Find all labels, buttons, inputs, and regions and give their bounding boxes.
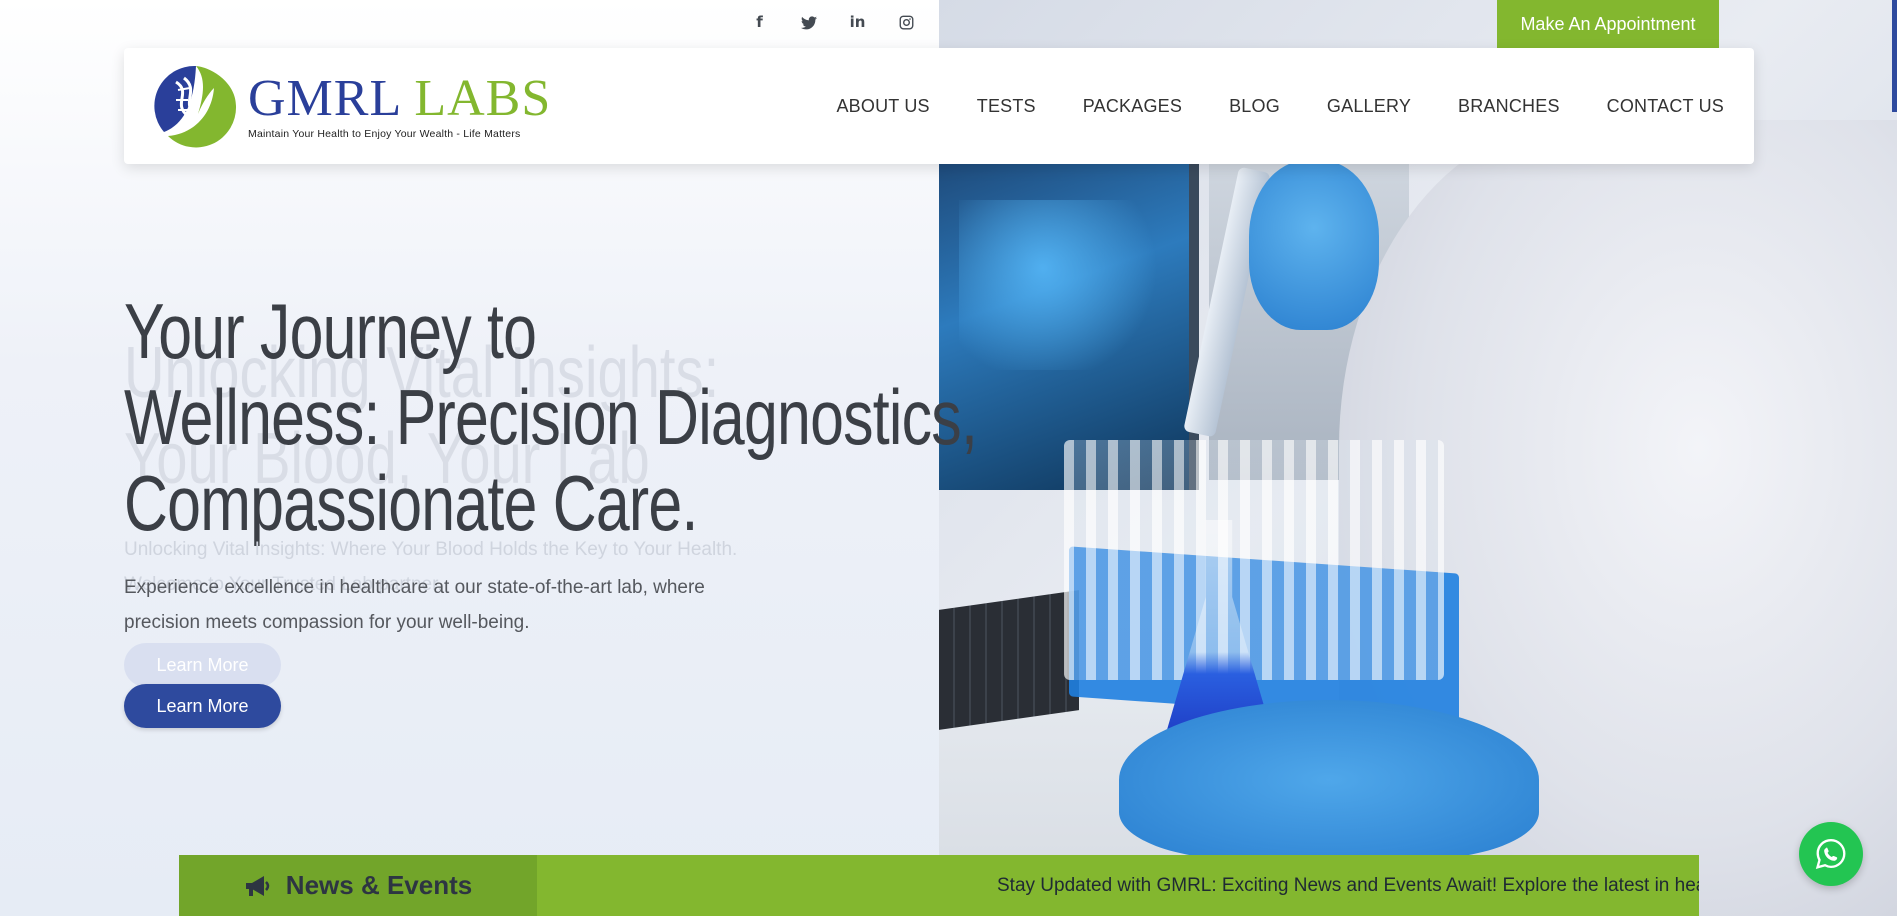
logo-name: GMRL LABS bbox=[248, 72, 551, 126]
main-nav: ABOUT US TESTS PACKAGES BLOG GALLERY BRA… bbox=[789, 48, 1724, 164]
nav-tests[interactable]: TESTS bbox=[977, 96, 1036, 117]
glove-shape bbox=[1249, 160, 1379, 330]
test-tubes-shape bbox=[1064, 440, 1444, 680]
news-events-label[interactable]: News & Events bbox=[179, 855, 537, 916]
ghost-learn-more-button: Learn More bbox=[124, 643, 281, 687]
linkedin-icon[interactable]: in bbox=[833, 10, 882, 34]
nav-branches[interactable]: BRANCHES bbox=[1458, 96, 1560, 117]
learn-more-button[interactable]: Learn More bbox=[124, 684, 281, 728]
logo-name-labs: LABS bbox=[414, 70, 552, 127]
hero-title-line-1: Your Journey to bbox=[124, 287, 537, 375]
twitter-icon[interactable] bbox=[784, 10, 833, 34]
scrollbar-thumb[interactable] bbox=[1892, 0, 1897, 112]
whatsapp-button[interactable] bbox=[1799, 822, 1863, 886]
logo-mark-icon bbox=[154, 64, 238, 148]
news-ticker-text[interactable]: Stay Updated with GMRL: Exciting News an… bbox=[997, 855, 1699, 916]
nav-about-us[interactable]: ABOUT US bbox=[836, 96, 929, 117]
glove-lower-shape bbox=[1119, 700, 1539, 860]
megaphone-icon bbox=[244, 874, 272, 898]
page: f in Make An Appointment GMRL LABS Maint… bbox=[0, 0, 1897, 916]
nav-packages[interactable]: PACKAGES bbox=[1083, 96, 1182, 117]
logo-tagline: Maintain Your Health to Enjoy Your Wealt… bbox=[248, 128, 521, 140]
hero-title: Your Journey to Wellness: Precision Diag… bbox=[124, 287, 978, 546]
news-events-bar: News & Events Stay Updated with GMRL: Ex… bbox=[179, 855, 1699, 916]
hero-subtitle: Experience excellence in healthcare at o… bbox=[124, 577, 705, 633]
facebook-icon[interactable]: f bbox=[735, 10, 784, 34]
header-navbar: GMRL LABS Maintain Your Health to Enjoy … bbox=[124, 48, 1754, 164]
nav-blog[interactable]: BLOG bbox=[1229, 96, 1280, 117]
logo[interactable]: GMRL LABS Maintain Your Health to Enjoy … bbox=[154, 64, 551, 148]
make-appointment-button[interactable]: Make An Appointment bbox=[1497, 0, 1719, 48]
logo-name-gmrl: GMRL bbox=[248, 70, 401, 127]
news-ticker-viewport: Stay Updated with GMRL: Exciting News an… bbox=[537, 855, 1699, 916]
instagram-icon[interactable] bbox=[882, 10, 931, 34]
hero-title-line-2: Wellness: Precision Diagnostics, bbox=[124, 373, 978, 461]
social-links: f in bbox=[735, 10, 931, 34]
keyboard-shape bbox=[939, 590, 1079, 730]
whatsapp-icon bbox=[1815, 839, 1846, 869]
screen-glow-shape bbox=[959, 200, 1169, 370]
news-events-text: News & Events bbox=[285, 870, 473, 900]
nav-contact-us[interactable]: CONTACT US bbox=[1607, 96, 1724, 117]
nav-gallery[interactable]: GALLERY bbox=[1327, 96, 1411, 117]
